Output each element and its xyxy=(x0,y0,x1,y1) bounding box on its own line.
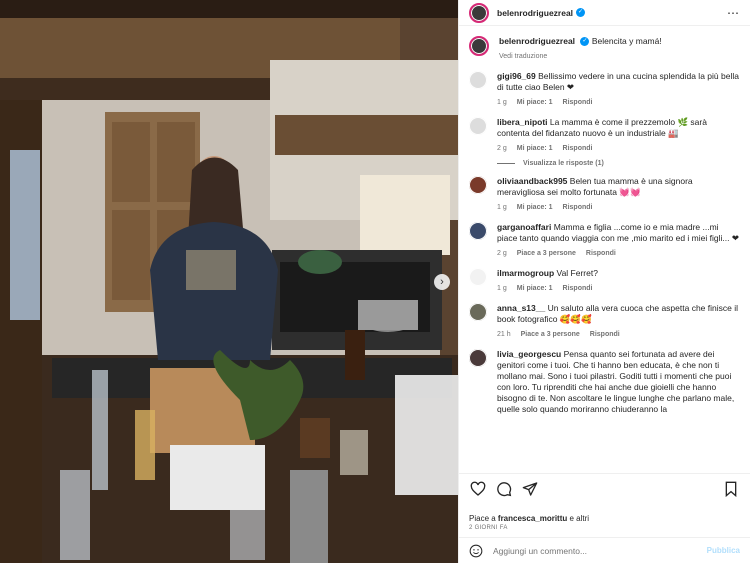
likes-user[interactable]: francesca_morittu xyxy=(498,514,567,523)
comment-time: 2 g xyxy=(497,250,507,257)
likes-prefix: Piace a xyxy=(469,514,498,523)
kitchen-photo xyxy=(0,0,458,563)
view-replies-button[interactable]: Visualizza le risposte (1) xyxy=(497,160,740,167)
list-item: livia_georgescu Pensa quanto sei fortuna… xyxy=(469,349,740,415)
likes-summary[interactable]: Piace a francesca_morittu e altri xyxy=(469,514,589,523)
post-photo[interactable]: › xyxy=(0,0,458,563)
comments-list[interactable]: belenrodriguezreal ✓ Belencita y mamá! V… xyxy=(459,27,750,473)
list-item: ilmarmogroup Val Ferret? 1 g Mi piace: 1 R… xyxy=(469,268,740,294)
comment-time: 1 g xyxy=(497,99,507,106)
reply-button[interactable]: Rispondi xyxy=(563,145,593,152)
avatar[interactable] xyxy=(469,303,487,321)
post-details-panel: belenrodriguezreal ✓ ⋯ belenrodriguezrea… xyxy=(458,0,750,563)
add-comment-bar: Pubblica xyxy=(459,537,750,563)
add-comment-input[interactable] xyxy=(493,545,707,556)
next-photo-button[interactable]: › xyxy=(434,274,450,290)
list-item: anna_s13__ Un saluto alla vera cuoca che… xyxy=(469,303,740,340)
avatar[interactable] xyxy=(469,36,489,56)
avatar[interactable] xyxy=(469,268,487,286)
comment-time: 1 g xyxy=(497,204,507,211)
reply-button[interactable]: Rispondi xyxy=(563,99,593,106)
list-item: gigi96_69 Bellissimo vedere in una cucin… xyxy=(469,71,740,108)
list-item: libera_nipoti La mamma è come il prezzem… xyxy=(469,117,740,154)
heart-icon[interactable] xyxy=(469,480,487,498)
list-item: garganoaffari Mamma e figlia ...come io … xyxy=(469,222,740,259)
comment-username[interactable]: gigi96_69 xyxy=(497,71,536,81)
reply-button[interactable]: Rispondi xyxy=(586,250,616,257)
comment-username[interactable]: libera_nipoti xyxy=(497,117,548,127)
more-icon[interactable]: ⋯ xyxy=(727,6,740,20)
comment-time: 2 g xyxy=(497,145,507,152)
avatar[interactable] xyxy=(469,176,487,194)
post-username[interactable]: belenrodriguezreal xyxy=(497,8,573,18)
caption: belenrodriguezreal ✓ Belencita y mamá! V… xyxy=(469,36,740,62)
comment-likes[interactable]: Mi piace: 1 xyxy=(517,99,553,106)
comment-likes[interactable]: Mi piace: 1 xyxy=(517,145,553,152)
likes-suffix[interactable]: e altri xyxy=(567,514,589,523)
comment-time: 1 g xyxy=(497,285,507,292)
verified-icon: ✓ xyxy=(580,37,590,47)
reply-button[interactable]: Rispondi xyxy=(563,204,593,211)
see-translation-link[interactable]: Vedi traduzione xyxy=(499,53,547,60)
post-actions xyxy=(459,473,750,503)
share-icon[interactable] xyxy=(521,480,539,498)
publish-button[interactable]: Pubblica xyxy=(707,546,740,555)
list-item: oliviaandback995 Belen tua mamma è una s… xyxy=(469,176,740,213)
reply-button[interactable]: Rispondi xyxy=(563,285,593,292)
caption-text: Belencita y mamá! xyxy=(591,36,662,46)
comment-username[interactable]: anna_s13__ xyxy=(497,303,545,313)
comment-likes[interactable]: Mi piace: 1 xyxy=(517,204,553,211)
avatar[interactable] xyxy=(469,117,487,135)
view-replies-label: Visualizza le risposte (1) xyxy=(523,160,604,167)
avatar[interactable] xyxy=(469,222,487,240)
avatar[interactable] xyxy=(469,2,489,23)
comment-icon[interactable] xyxy=(495,480,513,498)
comment-username[interactable]: ilmarmogroup xyxy=(497,268,554,278)
comment-likes[interactable]: Mi piace: 1 xyxy=(517,285,553,292)
comment-text: Val Ferret? xyxy=(556,268,598,278)
comment-username[interactable]: garganoaffari xyxy=(497,222,551,232)
reply-button[interactable]: Rispondi xyxy=(590,331,620,338)
verified-icon: ✓ xyxy=(576,8,586,17)
comment-time: 21 h xyxy=(497,331,511,338)
avatar[interactable] xyxy=(469,349,487,367)
comment-likes[interactable]: Piace a 3 persone xyxy=(521,331,580,338)
bookmark-icon[interactable] xyxy=(722,480,740,498)
comment-username[interactable]: belenrodriguezreal xyxy=(499,36,575,46)
post-header: belenrodriguezreal ✓ ⋯ xyxy=(459,0,750,26)
comment-username[interactable]: livia_georgescu xyxy=(497,349,561,359)
post-date: 2 giorni fa xyxy=(469,525,508,531)
emoji-icon[interactable] xyxy=(469,544,483,558)
comment-likes[interactable]: Piace a 3 persone xyxy=(517,250,576,257)
comment-username[interactable]: oliviaandback995 xyxy=(497,176,567,186)
chevron-right-icon: › xyxy=(440,276,444,288)
avatar[interactable] xyxy=(469,71,487,89)
